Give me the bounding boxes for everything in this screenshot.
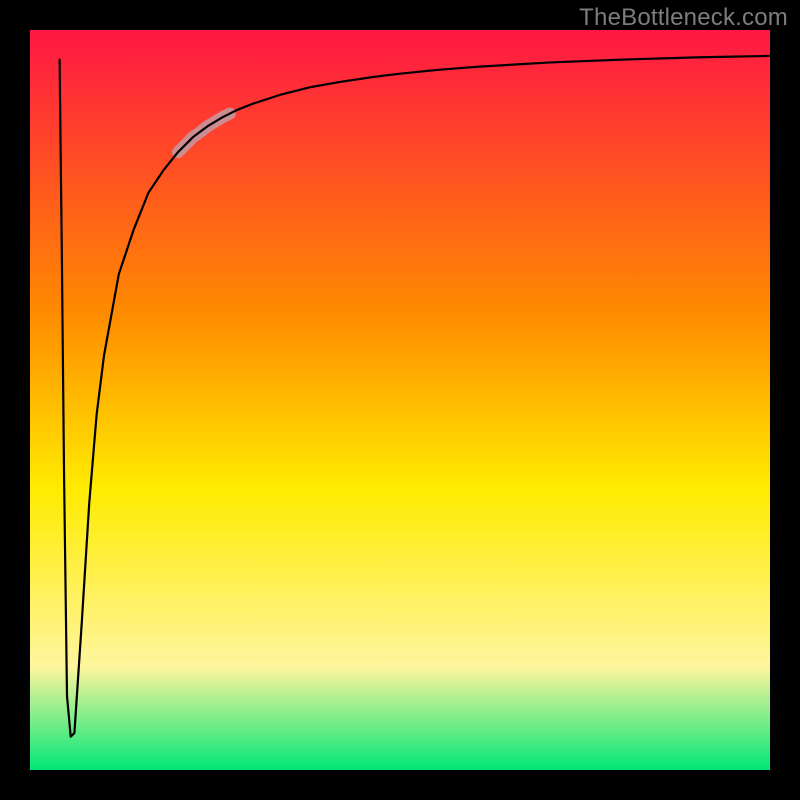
- bottleneck-chart: [0, 0, 800, 800]
- chart-container: { "watermark": "TheBottleneck.com", "cha…: [0, 0, 800, 800]
- plot-area: [30, 30, 770, 770]
- watermark-text: TheBottleneck.com: [579, 4, 788, 32]
